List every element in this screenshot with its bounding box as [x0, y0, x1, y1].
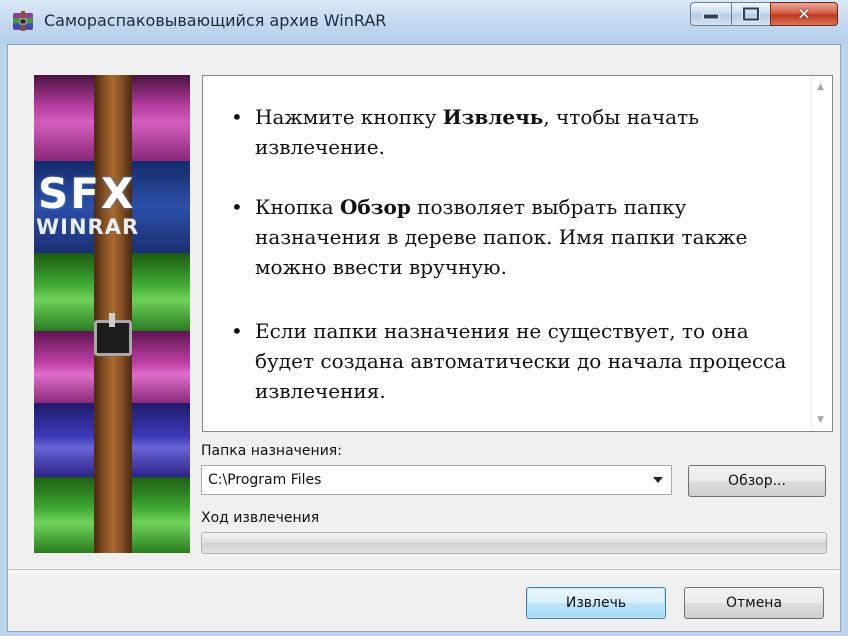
progress-label: Ход извлечения: [201, 510, 320, 526]
instructions-panel[interactable]: • Нажмите кнопку Извлечь, чтобы начать из…: [202, 75, 833, 432]
destination-folder-combobox[interactable]: C:\Program Files: [201, 465, 672, 495]
browse-button[interactable]: Обзор...: [688, 465, 826, 497]
title-bar[interactable]: Самораспаковывающийся архив WinRAR ✕: [0, 0, 848, 44]
logo-sfx-text: SFX: [38, 169, 136, 218]
instruction-text: Нажмите кнопку: [255, 105, 443, 129]
destination-label: Папка назначения:: [201, 443, 342, 459]
instruction-keyword: Обзор: [339, 195, 411, 219]
chevron-down-icon[interactable]: [653, 477, 663, 483]
instruction-item: • Кнопка Обзор позволяет выбрать папку на…: [231, 195, 748, 279]
winrar-sfx-window: Самораспаковывающийся архив WinRAR ✕ SFX…: [0, 0, 848, 636]
instructions-scrollbar[interactable]: ▲ ▼: [811, 76, 832, 431]
logo-winrar-text: WINRAR: [36, 215, 140, 239]
window-title: Самораспаковывающийся архив WinRAR: [44, 11, 387, 30]
instruction-text: Если папки назначения не существует, то …: [255, 319, 787, 403]
maximize-button[interactable]: [731, 2, 771, 26]
winrar-sfx-icon: [13, 11, 33, 31]
instruction-item: • Если папки назначения не существует, то…: [231, 319, 787, 403]
extraction-progress-bar: [201, 532, 827, 554]
sfx-winrar-logo: SFX WINRAR: [34, 75, 190, 553]
minimize-icon: [703, 9, 719, 20]
extract-button[interactable]: Извлечь: [526, 587, 666, 619]
maximize-icon: [743, 7, 759, 21]
minimize-button[interactable]: [690, 2, 732, 26]
instruction-item: • Нажмите кнопку Извлечь, чтобы начать из…: [231, 105, 700, 159]
scroll-down-icon[interactable]: ▼: [817, 415, 824, 425]
close-button[interactable]: ✕: [770, 2, 838, 26]
destination-folder-value[interactable]: C:\Program Files: [208, 472, 321, 488]
instruction-keyword: Извлечь: [442, 105, 544, 129]
scroll-up-icon[interactable]: ▲: [817, 82, 824, 92]
logo-buckle: [94, 313, 132, 356]
cancel-button[interactable]: Отмена: [684, 587, 824, 619]
dialog-body: SFX WINRAR • Нажмите кнопку Извлечь, чтоб…: [7, 44, 841, 632]
close-icon: ✕: [797, 4, 811, 24]
instruction-text: Кнопка: [255, 195, 340, 219]
button-separator: [8, 569, 840, 573]
